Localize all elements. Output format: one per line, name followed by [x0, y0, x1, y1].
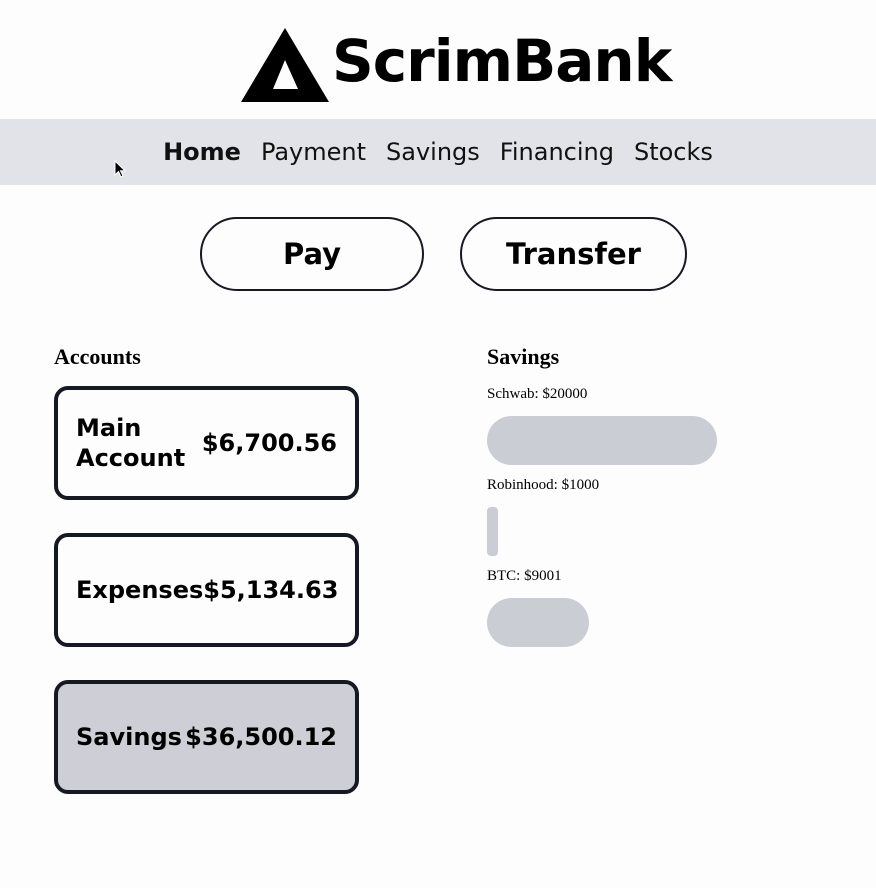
- brand-name: ScrimBank: [332, 27, 672, 95]
- account-amount: $6,700.56: [201, 429, 337, 457]
- savings-label-schwab: Schwab: $20000: [487, 386, 588, 402]
- mouse-cursor-icon: [114, 160, 127, 178]
- logo[interactable]: ScrimBank: [240, 26, 672, 106]
- account-card-savings[interactable]: Savings $36,500.12: [54, 680, 359, 794]
- nav-item-financing[interactable]: Financing: [500, 138, 614, 166]
- nav-item-savings[interactable]: Savings: [386, 138, 480, 166]
- savings-heading: Savings: [487, 344, 560, 369]
- nav-item-payment[interactable]: Payment: [261, 138, 366, 166]
- account-amount: $5,134.63: [203, 576, 339, 604]
- pay-button[interactable]: Pay: [200, 217, 424, 291]
- savings-label-robinhood: Robinhood: $1000: [487, 477, 600, 493]
- triangle-logo-icon: [241, 28, 329, 102]
- account-name: Expenses: [76, 576, 204, 604]
- account-name: Main Account: [76, 414, 186, 472]
- savings-label-btc: BTC: $9001: [487, 568, 562, 584]
- savings-bar-btc: [487, 598, 589, 647]
- account-amount: $36,500.12: [185, 723, 337, 751]
- page: ScrimBank Home Payment Savings Financing…: [0, 0, 876, 888]
- savings-bar-robinhood: [487, 507, 498, 556]
- nav-item-home[interactable]: Home: [163, 138, 241, 166]
- account-card-expenses[interactable]: Expenses $5,134.63: [54, 533, 359, 647]
- savings-bar-schwab: [487, 416, 717, 465]
- nav-item-stocks[interactable]: Stocks: [634, 138, 713, 166]
- transfer-button[interactable]: Transfer: [460, 217, 687, 291]
- accounts-heading: Accounts: [54, 344, 141, 369]
- main-nav: Home Payment Savings Financing Stocks: [0, 119, 876, 185]
- account-name: Savings: [76, 723, 182, 751]
- account-card-main[interactable]: Main Account $6,700.56: [54, 386, 359, 500]
